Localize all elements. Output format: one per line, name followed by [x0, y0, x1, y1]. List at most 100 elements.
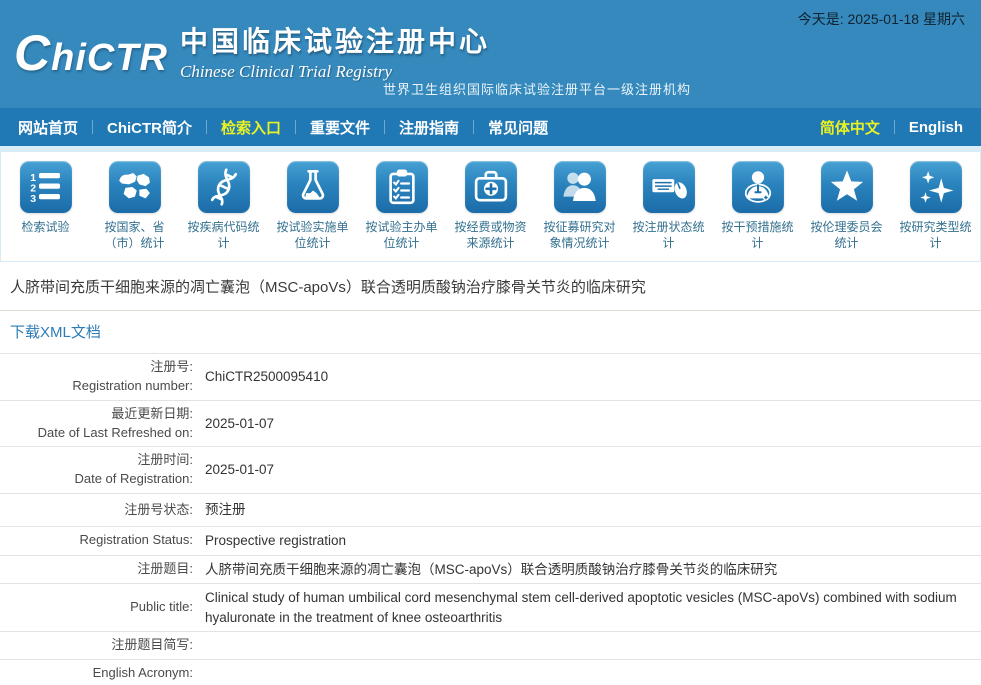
nav-item-faq[interactable]: 常见问题 — [488, 117, 548, 138]
label-zh: 注册号状态: — [0, 501, 193, 520]
row-labels: 注册号状态: — [0, 501, 205, 520]
xml-download-row: 下载XML文档 — [0, 311, 981, 354]
sparkles-icon — [910, 161, 962, 213]
tool-label: 按研究类型统计 — [891, 219, 980, 251]
row-labels: 注册题目: — [0, 560, 205, 579]
site-title-zh: 中国临床试验注册中心 — [180, 20, 490, 60]
tool-label: 按国家、省（市）统计 — [90, 219, 179, 251]
main-navbar: 网站首页 ChiCTR简介 检索入口 重要文件 注册指南 常见问题 简体中文 E… — [0, 108, 981, 146]
tool-by-implementing-unit[interactable]: 按试验实施单位统计 — [268, 152, 357, 261]
tool-by-disease-code[interactable]: 按疾病代码统计 — [179, 152, 268, 261]
chictr-logo[interactable]: ChiCTR — [14, 24, 168, 82]
label-en: Registration Status: — [0, 531, 193, 550]
nav-item-search-entry[interactable]: 检索入口 — [221, 117, 281, 138]
row-labels: 注册号: Registration number: — [0, 358, 205, 396]
label-en: Date of Last Refreshed on: — [0, 424, 193, 443]
statistics-toolbar: 1 2 3 检索试验 按国家、省（市）统计 — [0, 152, 981, 262]
language-switcher: 简体中文 English — [820, 117, 963, 138]
tool-search-trials[interactable]: 1 2 3 检索试验 — [1, 152, 90, 261]
dna-icon — [198, 161, 250, 213]
row-labels: 最近更新日期: Date of Last Refreshed on: — [0, 405, 205, 443]
label-en: Public title: — [0, 598, 193, 617]
row-labels: 注册题目简写: — [0, 636, 205, 655]
tool-by-sponsor-unit[interactable]: 按试验主办单位统计 — [357, 152, 446, 261]
doctor-icon — [732, 161, 784, 213]
table-row-registration-status-zh: 注册号状态: 预注册 — [0, 494, 981, 527]
nav-items: 网站首页 ChiCTR简介 检索入口 重要文件 注册指南 常见问题 — [18, 117, 820, 138]
nav-item-important-docs[interactable]: 重要文件 — [310, 117, 370, 138]
nav-separator — [295, 120, 296, 134]
star-icon — [821, 161, 873, 213]
clipboard-icon — [376, 161, 428, 213]
world-map-icon — [109, 161, 161, 213]
registration-info-table: 注册号: Registration number: ChiCTR25000954… — [0, 354, 981, 685]
tool-label: 按试验主办单位统计 — [357, 219, 446, 251]
site-header: ChiCTR 中国临床试验注册中心 Chinese Clinical Trial… — [0, 0, 981, 108]
lang-english[interactable]: English — [909, 119, 963, 136]
table-row-public-title-zh: 注册题目: 人脐带间充质干细胞来源的凋亡囊泡（MSC-apoVs）联合透明质酸钠… — [0, 556, 981, 585]
tool-by-recruitment-status[interactable]: 按征募研究对象情况统计 — [535, 152, 624, 261]
keyboard-mouse-icon — [643, 161, 695, 213]
logo-rest: hiCTR — [51, 37, 168, 79]
label-zh: 注册时间: — [0, 451, 193, 470]
nav-item-about[interactable]: ChiCTR简介 — [107, 117, 192, 138]
row-value: 2025-01-07 — [205, 460, 981, 480]
tool-by-ethics-committee[interactable]: 按伦理委员会统计 — [802, 152, 891, 261]
tool-by-country-province[interactable]: 按国家、省（市）统计 — [90, 152, 179, 261]
tool-by-intervention[interactable]: 按干预措施统计 — [713, 152, 802, 261]
logo-first-letter: C — [14, 25, 51, 81]
row-value: 人脐带间充质干细胞来源的凋亡囊泡（MSC-apoVs）联合透明质酸钠治疗膝骨关节… — [205, 560, 981, 580]
download-xml-link[interactable]: 下载XML文档 — [10, 324, 101, 341]
table-row-acronym-zh: 注册题目简写: — [0, 632, 981, 660]
site-title-block: 中国临床试验注册中心 Chinese Clinical Trial Regist… — [180, 20, 490, 82]
table-row-acronym-en: English Acronym: — [0, 660, 981, 685]
flask-icon — [287, 161, 339, 213]
nav-item-registration-guide[interactable]: 注册指南 — [399, 117, 459, 138]
row-value: 预注册 — [205, 500, 981, 520]
svg-text:3: 3 — [30, 193, 36, 205]
tool-label: 按征募研究对象情况统计 — [535, 219, 624, 251]
nav-separator — [894, 120, 895, 134]
tool-label: 按试验实施单位统计 — [268, 219, 357, 251]
label-zh: 注册题目简写: — [0, 636, 193, 655]
label-en: English Acronym: — [0, 664, 193, 683]
nav-separator — [92, 120, 93, 134]
tool-label: 按经费或物资来源统计 — [446, 219, 535, 251]
row-labels: Public title: — [0, 598, 205, 617]
row-value: 2025-01-07 — [205, 414, 981, 434]
tool-label: 按疾病代码统计 — [179, 219, 268, 251]
table-row-public-title-en: Public title: Clinical study of human um… — [0, 584, 981, 632]
tool-by-funding-source[interactable]: 按经费或物资来源统计 — [446, 152, 535, 261]
lang-simplified-chinese[interactable]: 简体中文 — [820, 117, 880, 138]
medical-bag-icon — [465, 161, 517, 213]
nav-separator — [206, 120, 207, 134]
row-labels: Registration Status: — [0, 531, 205, 550]
tool-label: 检索试验 — [1, 219, 90, 235]
table-row-registration-status-en: Registration Status: Prospective registr… — [0, 527, 981, 556]
people-icon — [554, 161, 606, 213]
nav-separator — [384, 120, 385, 134]
label-zh: 最近更新日期: — [0, 405, 193, 424]
row-value: Prospective registration — [205, 531, 981, 551]
tool-by-study-type[interactable]: 按研究类型统计 — [891, 152, 980, 261]
label-zh: 注册题目: — [0, 560, 193, 579]
table-row-date-of-registration: 注册时间: Date of Registration: 2025-01-07 — [0, 447, 981, 494]
table-row-registration-number: 注册号: Registration number: ChiCTR25000954… — [0, 354, 981, 401]
today-date: 今天是: 2025-01-18 星期六 — [798, 9, 965, 29]
nav-separator — [473, 120, 474, 134]
row-labels: 注册时间: Date of Registration: — [0, 451, 205, 489]
row-value: ChiCTR2500095410 — [205, 367, 981, 387]
table-row-last-refreshed: 最近更新日期: Date of Last Refreshed on: 2025-… — [0, 401, 981, 448]
row-value: Clinical study of human umbilical cord m… — [205, 588, 981, 627]
label-en: Registration number: — [0, 377, 193, 396]
tool-by-registration-status[interactable]: 按注册状态统计 — [624, 152, 713, 261]
numbered-list-icon: 1 2 3 — [20, 161, 72, 213]
who-subtitle: 世界卫生组织国际临床试验注册平台一级注册机构 — [383, 79, 691, 98]
label-en: Date of Registration: — [0, 470, 193, 489]
nav-item-home[interactable]: 网站首页 — [18, 117, 78, 138]
tool-label: 按干预措施统计 — [713, 219, 802, 251]
page-title: 人脐带间充质干细胞来源的凋亡囊泡（MSC-apoVs）联合透明质酸钠治疗膝骨关节… — [0, 262, 981, 311]
label-zh: 注册号: — [0, 358, 193, 377]
tool-label: 按注册状态统计 — [624, 219, 713, 251]
tool-label: 按伦理委员会统计 — [802, 219, 891, 251]
